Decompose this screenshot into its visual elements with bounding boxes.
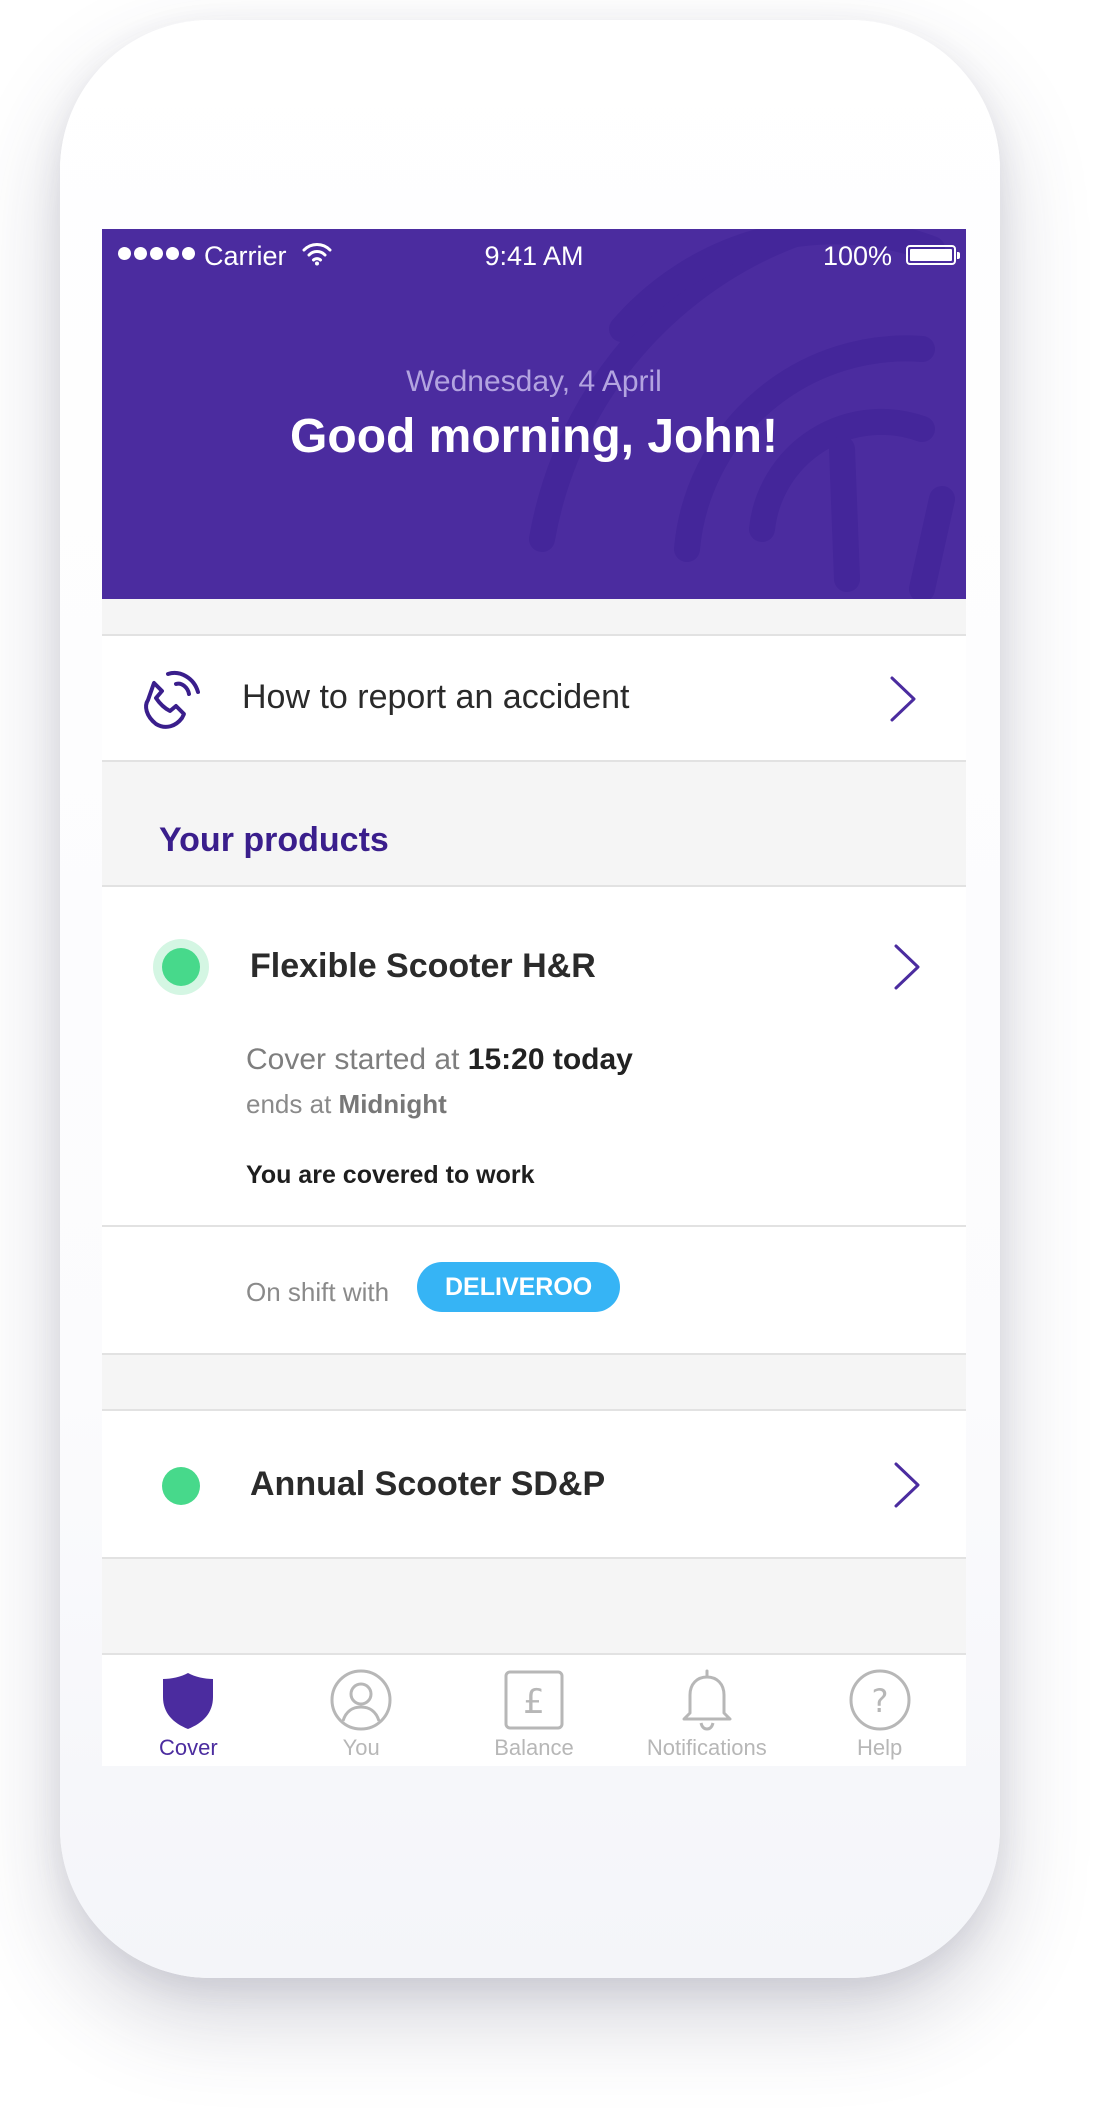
covered-note: You are covered to work xyxy=(246,1161,535,1189)
product-name: Flexible Scooter H&R xyxy=(250,947,596,985)
bell-icon xyxy=(682,1669,732,1731)
app-screen: Carrier 9:41 AM 100% Wednesday, 4 April … xyxy=(102,229,966,1766)
shield-icon xyxy=(163,1673,214,1729)
active-status-dot xyxy=(162,948,200,986)
tab-label: Balance xyxy=(494,1735,574,1760)
chevron-right-icon xyxy=(894,944,920,990)
divider xyxy=(102,1225,966,1227)
cover-start-time: 15:20 today xyxy=(467,1043,633,1076)
shift-partner-badge: DELIVEROO xyxy=(417,1262,621,1312)
tab-notifications[interactable]: Notifications xyxy=(620,1655,793,1766)
current-date: Wednesday, 4 April xyxy=(406,365,662,398)
product-card-flexible-scooter[interactable]: Flexible Scooter H&R Cover started at 15… xyxy=(102,885,966,1355)
cover-end-text: ends at Midnight xyxy=(246,1089,447,1120)
tab-label: Help xyxy=(856,1735,903,1760)
product-name: Annual Scooter SD&P xyxy=(250,1465,606,1503)
tab-balance[interactable]: £ Balance xyxy=(448,1655,621,1766)
tab-label: You xyxy=(342,1735,380,1760)
tab-label: Cover xyxy=(159,1735,218,1760)
product-card-annual-scooter[interactable]: Annual Scooter SD&P xyxy=(102,1409,966,1559)
chevron-right-icon xyxy=(890,676,916,722)
pound-icon: £ xyxy=(504,1670,564,1730)
bottom-tab-bar: Cover You £ Balance Notifications ? Help xyxy=(102,1653,966,1766)
greeting-title: Good morning, John! xyxy=(290,410,778,463)
user-icon xyxy=(330,1669,392,1731)
your-products-heading: Your products xyxy=(159,821,389,859)
report-accident-row[interactable]: How to report an accident xyxy=(102,634,966,762)
cover-end-time: Midnight xyxy=(338,1089,447,1119)
svg-text:?: ? xyxy=(871,1682,888,1720)
svg-text:£: £ xyxy=(523,1682,545,1722)
status-bar: Carrier 9:41 AM 100% xyxy=(102,229,966,285)
cover-start-prefix: Cover started at xyxy=(246,1043,460,1076)
tab-help[interactable]: ? Help xyxy=(793,1655,966,1766)
report-accident-label: How to report an accident xyxy=(242,678,630,716)
cover-end-prefix: ends at xyxy=(246,1089,332,1119)
tab-you[interactable]: You xyxy=(275,1655,448,1766)
phone-icon xyxy=(144,671,200,729)
tab-cover[interactable]: Cover xyxy=(102,1655,275,1766)
help-icon: ? xyxy=(849,1669,911,1731)
cover-start-text: Cover started at 15:20 today xyxy=(246,1043,633,1077)
battery-icon xyxy=(906,245,960,265)
shift-label: On shift with xyxy=(246,1277,390,1307)
tab-label: Notifications xyxy=(646,1735,767,1760)
greeting-header: Carrier 9:41 AM 100% Wednesday, 4 April … xyxy=(102,229,966,599)
chevron-right-icon xyxy=(894,1462,920,1508)
active-status-dot xyxy=(162,1467,200,1505)
battery-percentage: 100% xyxy=(822,241,892,271)
